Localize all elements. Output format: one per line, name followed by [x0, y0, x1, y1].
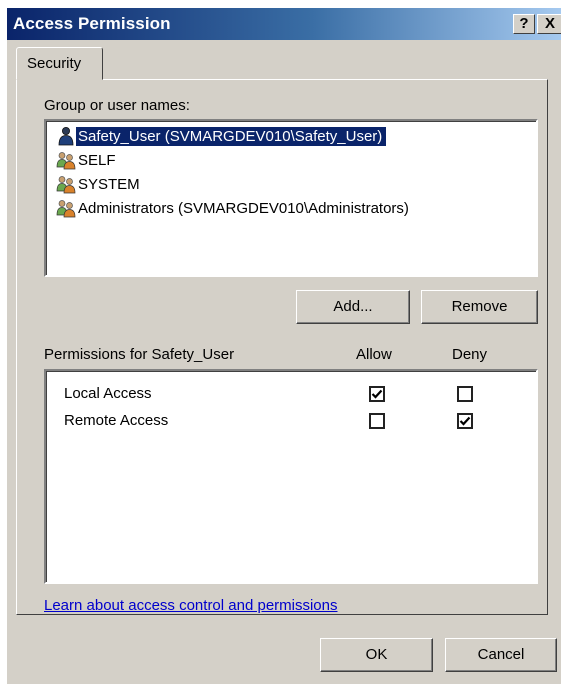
group-icon — [56, 198, 76, 218]
close-button[interactable]: X — [537, 14, 561, 34]
learn-access-control-link[interactable]: Learn about access control and permissio… — [44, 597, 338, 614]
user-name: Administrators (SVMARGDEV010\Administrat… — [78, 199, 409, 217]
allow-header: Allow — [356, 346, 392, 363]
tab-security-label: Security — [27, 55, 82, 72]
permissions-listbox: Local Access Remote Access — [44, 369, 538, 584]
remote-access-allow-checkbox[interactable] — [369, 413, 385, 429]
user-name: SYSTEM — [78, 175, 140, 193]
permissions-label: Permissions for Safety_User — [44, 346, 235, 363]
ok-button[interactable]: OK — [320, 638, 433, 672]
permission-row-local-access: Local Access — [46, 383, 536, 407]
remote-access-deny-checkbox[interactable] — [457, 413, 473, 429]
add-button[interactable]: Add... — [296, 290, 410, 324]
user-name: SELF — [78, 151, 116, 169]
cancel-button[interactable]: Cancel — [445, 638, 557, 672]
permission-row-remote-access: Remote Access — [46, 410, 536, 434]
user-name: Safety_User (SVMARGDEV010\Safety_User) — [74, 125, 388, 147]
user-icon — [56, 126, 76, 146]
group-or-user-names-label: Group or user names: — [44, 97, 190, 114]
help-button[interactable]: ? — [513, 14, 535, 34]
tab-security[interactable]: Security — [16, 47, 103, 80]
list-item[interactable]: SELF — [56, 149, 120, 171]
title-bar[interactable]: Access Permission ? X — [7, 8, 561, 40]
list-item[interactable]: SYSTEM — [56, 173, 144, 195]
list-item[interactable]: Administrators (SVMARGDEV010\Administrat… — [56, 197, 413, 219]
remove-button[interactable]: Remove — [421, 290, 538, 324]
local-access-allow-checkbox[interactable] — [369, 386, 385, 402]
users-listbox[interactable]: Safety_User (SVMARGDEV010\Safety_User) S… — [44, 119, 538, 277]
deny-header: Deny — [452, 346, 488, 363]
permission-name: Local Access — [64, 385, 152, 402]
permission-name: Remote Access — [64, 412, 169, 429]
local-access-deny-checkbox[interactable] — [457, 386, 473, 402]
group-icon — [56, 150, 76, 170]
list-item[interactable]: Safety_User (SVMARGDEV010\Safety_User) — [56, 125, 388, 147]
window-title: Access Permission — [13, 14, 171, 33]
group-icon — [56, 174, 76, 194]
